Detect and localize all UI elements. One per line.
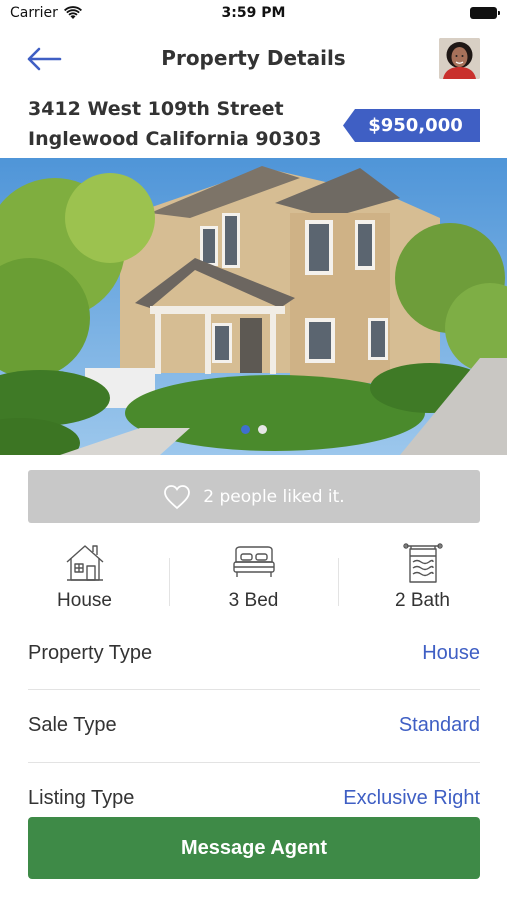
gallery-pagination xyxy=(0,425,507,434)
detail-row-sale-type: Sale Type Standard xyxy=(28,697,480,753)
message-agent-button[interactable]: Message Agent xyxy=(28,817,480,879)
property-photo[interactable] xyxy=(0,158,507,455)
bath-icon xyxy=(402,543,443,583)
like-button[interactable]: 2 people liked it. xyxy=(28,470,480,523)
gallery-dot-2[interactable] xyxy=(257,425,267,434)
feature-bed: 3 Bed xyxy=(169,540,338,620)
person-portrait-icon xyxy=(439,38,480,79)
likes-text: 2 people liked it. xyxy=(203,486,345,507)
sale-type-label: Sale Type xyxy=(28,713,117,736)
feature-bed-label: 3 Bed xyxy=(228,590,279,611)
address-line-2: Inglewood California 90303 xyxy=(28,128,322,150)
feature-house: House xyxy=(0,540,169,620)
listing-type-value[interactable]: Exclusive Right xyxy=(343,787,480,810)
feature-divider xyxy=(338,558,339,606)
feature-bath-label: 2 Bath xyxy=(395,590,450,611)
bed-icon xyxy=(232,546,275,577)
house-icon xyxy=(66,545,103,581)
sale-type-value[interactable]: Standard xyxy=(399,714,480,737)
status-time: 3:59 PM xyxy=(221,5,286,21)
battery-icon xyxy=(470,7,500,19)
property-type-value[interactable]: House xyxy=(422,642,480,665)
feature-divider xyxy=(169,558,170,606)
feature-summary: House 3 Bed 2 Bath xyxy=(0,540,507,620)
row-divider xyxy=(28,762,480,763)
detail-row-property-type: Property Type House xyxy=(28,625,480,681)
status-bar: Carrier 3:59 PM xyxy=(0,0,507,28)
property-type-label: Property Type xyxy=(28,641,153,664)
gallery-dot-1[interactable] xyxy=(240,425,250,434)
property-address: 3412 West 109th Street Inglewood Califor… xyxy=(28,94,322,154)
price-tag: $950,000 xyxy=(343,109,480,142)
feature-house-label: House xyxy=(57,590,112,611)
address-line-1: 3412 West 109th Street xyxy=(28,98,284,120)
heart-icon xyxy=(164,484,191,509)
feature-bath: 2 Bath xyxy=(338,540,507,620)
house-photo-image xyxy=(0,158,507,455)
row-divider xyxy=(28,689,480,690)
agent-avatar[interactable] xyxy=(439,38,480,79)
listing-type-label: Listing Type xyxy=(28,786,135,809)
nav-bar: Property Details xyxy=(0,36,507,82)
page-title: Property Details xyxy=(161,46,346,70)
